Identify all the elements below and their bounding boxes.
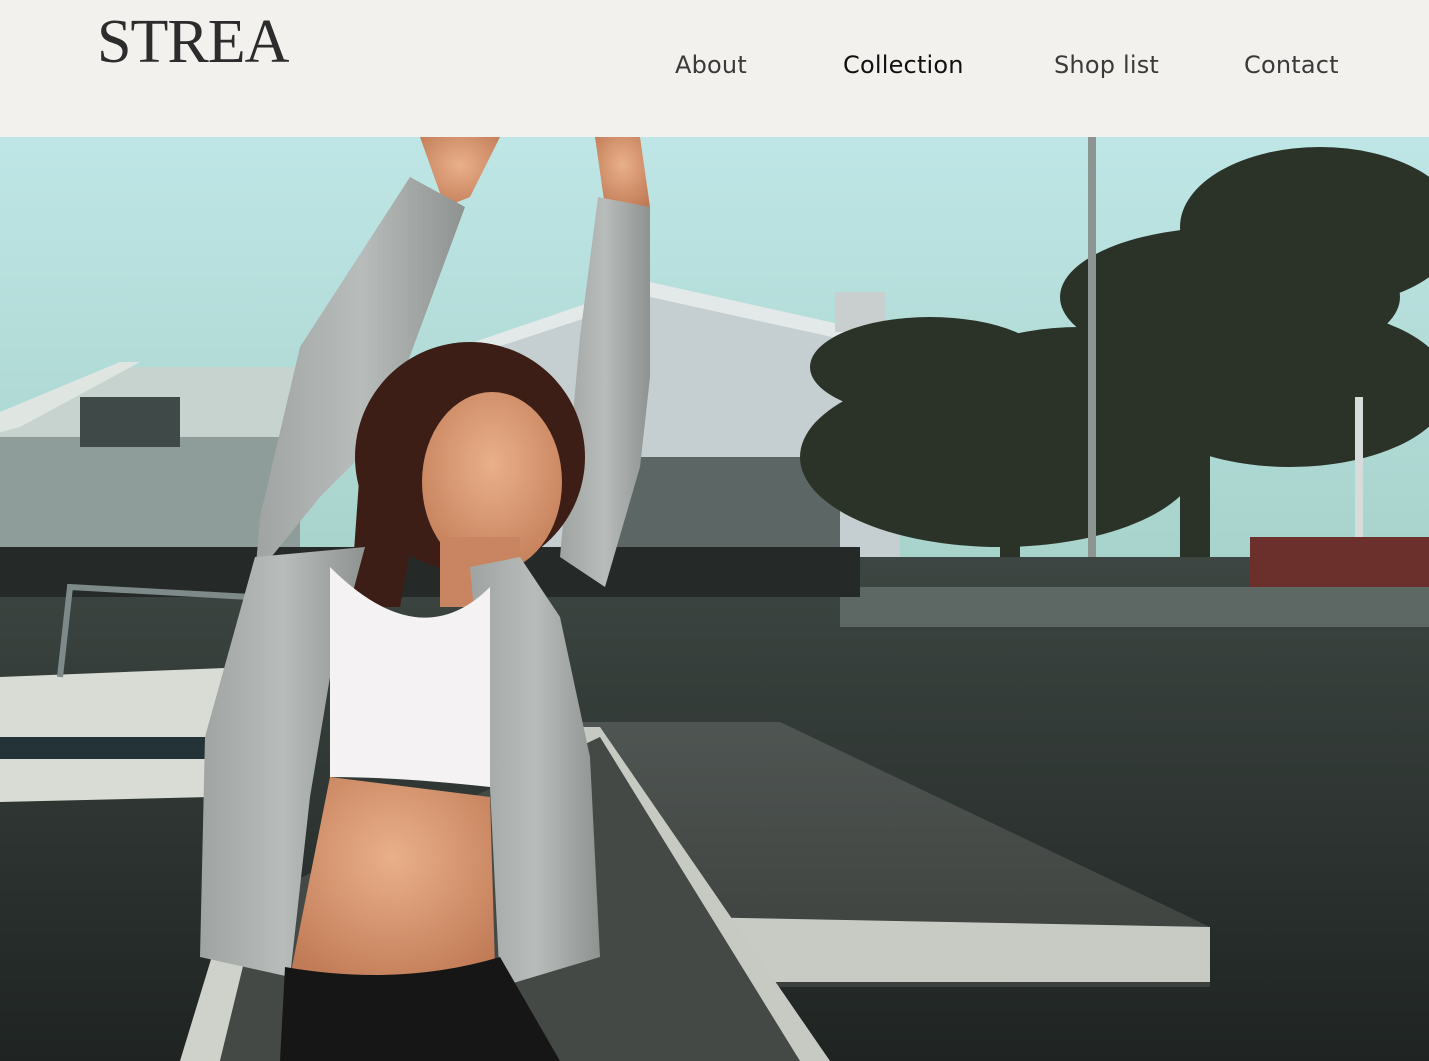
main-nav: About Collection Shop list Contact	[0, 48, 1429, 84]
nav-link-about[interactable]: About	[675, 48, 747, 82]
hero-image	[0, 137, 1429, 1061]
nav-link-collection[interactable]: Collection	[843, 48, 964, 82]
hero-photo-illustration	[0, 137, 1429, 1061]
nav-link-shop-list[interactable]: Shop list	[1054, 48, 1159, 82]
nav-link-contact[interactable]: Contact	[1244, 48, 1339, 82]
site-header: STREA About Collection Shop list Contact	[0, 0, 1429, 137]
